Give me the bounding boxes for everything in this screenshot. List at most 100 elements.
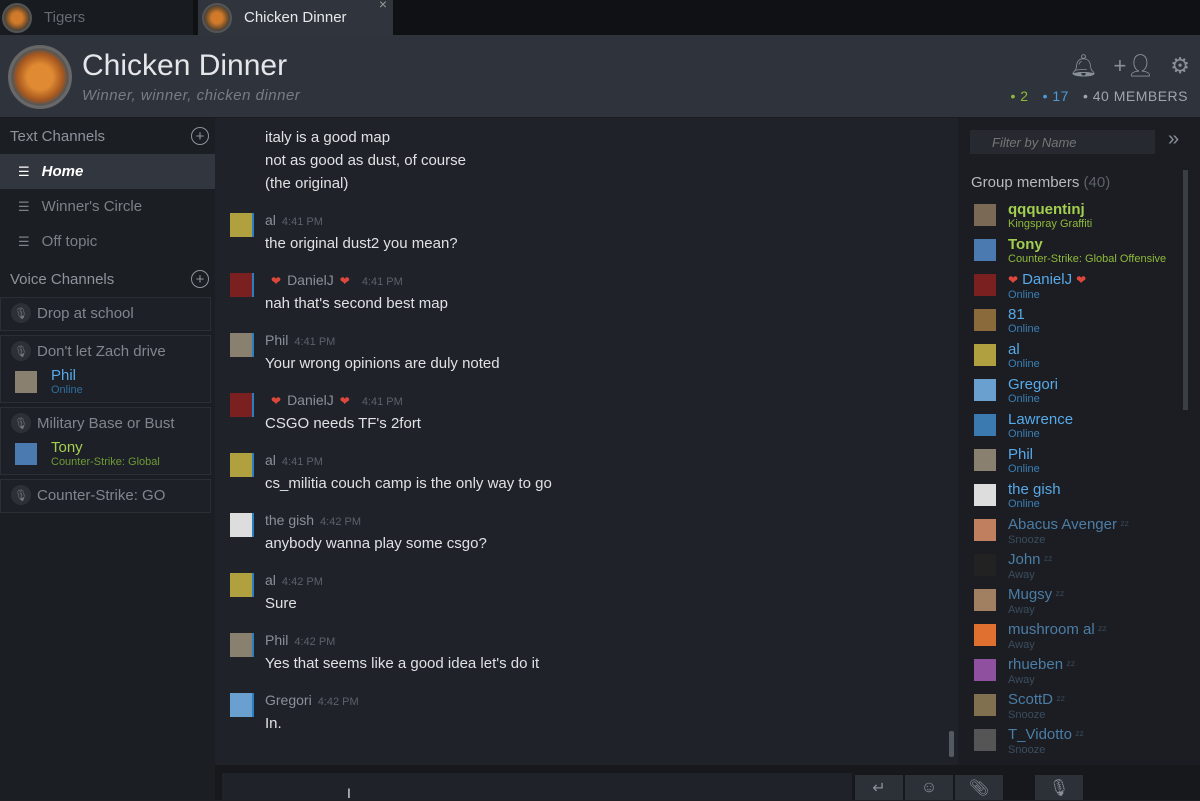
heart-badge-icon: ❤ bbox=[339, 394, 350, 408]
member-name-text: ScottD bbox=[1008, 691, 1054, 708]
avatar bbox=[15, 371, 37, 393]
emoticon-icon[interactable]: ☺ bbox=[905, 775, 953, 800]
voice-user-name: Phil bbox=[51, 367, 77, 384]
tab-tigers[interactable]: Tigers bbox=[0, 0, 193, 35]
member-name-text: rhueben bbox=[1008, 656, 1064, 673]
text-channels-header: Text Channels + bbox=[0, 118, 215, 154]
members-value: 40 MEMBERS bbox=[1092, 88, 1188, 104]
message-time: 4:41 PM bbox=[294, 336, 336, 348]
avatar bbox=[974, 379, 996, 401]
channel-off-topic[interactable]: ☰ Off topic bbox=[0, 224, 215, 259]
voice-mic-icon[interactable]: 🎙︎ bbox=[1035, 775, 1083, 800]
channel-winners-circle[interactable]: ☰ Winner's Circle bbox=[0, 189, 215, 224]
voice-channel-name: Counter-Strike: GO bbox=[37, 486, 166, 504]
avatar[interactable] bbox=[230, 393, 254, 417]
avatar bbox=[974, 554, 996, 576]
voice-channel-header[interactable]: 🎙︎ Don't let Zach drive bbox=[11, 340, 210, 362]
member-item[interactable]: T_Vidotto ᶻᶻ Snooze bbox=[974, 726, 1166, 761]
add-channel-icon[interactable]: + bbox=[191, 127, 209, 145]
member-name-text: Lawrence bbox=[1008, 411, 1074, 428]
heart-badge-icon: ❤ bbox=[1076, 273, 1087, 287]
member-name-text: T_Vidotto bbox=[1008, 726, 1072, 743]
member-name: T_Vidotto ᶻᶻ bbox=[1008, 726, 1084, 744]
voice-channel[interactable]: 🎙︎ Don't let Zach drive Phil Online bbox=[0, 335, 211, 403]
message-author[interactable]: al bbox=[265, 452, 276, 468]
member-name: Lawrence bbox=[1008, 411, 1073, 428]
message-group: Phil 4:42 PM Yes that seems like a good id… bbox=[215, 629, 958, 675]
member-item[interactable]: Tony Counter-Strike: Global Offensive bbox=[974, 236, 1166, 271]
member-item[interactable]: al Online bbox=[974, 341, 1166, 376]
attachment-icon[interactable]: 📎︎ bbox=[955, 775, 1003, 800]
member-item[interactable]: rhueben ᶻᶻ Away bbox=[974, 656, 1166, 691]
online-value: 17 bbox=[1052, 88, 1069, 104]
member-item[interactable]: Lawrence Online bbox=[974, 411, 1166, 446]
avatar[interactable] bbox=[230, 333, 254, 357]
member-name-text: Mugsy bbox=[1008, 586, 1053, 603]
bell-icon[interactable]: 🔔︎ bbox=[1070, 53, 1098, 79]
members-scrollbar[interactable] bbox=[1183, 170, 1188, 410]
add-voice-channel-icon[interactable]: + bbox=[191, 270, 209, 288]
voice-channel-header[interactable]: 🎙︎ Counter-Strike: GO bbox=[11, 484, 210, 506]
member-info: rhueben ᶻᶻ Away bbox=[1008, 656, 1075, 686]
member-status: Online bbox=[1008, 358, 1040, 370]
avatar[interactable] bbox=[230, 453, 254, 477]
avatar[interactable] bbox=[230, 213, 254, 237]
member-name: the gish bbox=[1008, 481, 1061, 498]
member-status: Online bbox=[1008, 428, 1040, 440]
voice-channel[interactable]: 🎙︎ Counter-Strike: GO bbox=[0, 479, 211, 513]
voice-user[interactable]: Phil Online bbox=[11, 368, 210, 396]
member-status: Away bbox=[1008, 639, 1035, 651]
avatar[interactable] bbox=[230, 693, 254, 717]
collapse-panel-icon[interactable]: » bbox=[1168, 128, 1179, 151]
voice-channel-header[interactable]: 🎙︎ Military Base or Bust bbox=[11, 412, 210, 434]
message-author[interactable]: al bbox=[265, 212, 276, 228]
voice-user[interactable]: Tony Counter-Strike: Global bbox=[11, 440, 210, 468]
gear-icon[interactable]: ⚙ bbox=[1170, 53, 1190, 79]
member-item[interactable]: Abacus Avenger ᶻᶻ Snooze bbox=[974, 516, 1166, 551]
member-item[interactable]: Gregori Online bbox=[974, 376, 1166, 411]
filter-members-input[interactable] bbox=[970, 130, 1155, 154]
message-group: ❤ DanielJ ❤ 4:41 PM nah that's second best m… bbox=[215, 269, 958, 315]
member-item[interactable]: Phil Online bbox=[974, 446, 1166, 481]
avatar[interactable] bbox=[230, 513, 254, 537]
member-info: T_Vidotto ᶻᶻ Snooze bbox=[1008, 726, 1084, 756]
message-author[interactable]: DanielJ bbox=[287, 392, 334, 408]
member-item[interactable]: John ᶻᶻ Away bbox=[974, 551, 1166, 586]
member-item[interactable]: the gish Online bbox=[974, 481, 1166, 516]
avatar bbox=[974, 624, 996, 646]
voice-channel-header[interactable]: 🎙︎ Drop at school bbox=[11, 302, 210, 324]
avatar[interactable] bbox=[230, 633, 254, 657]
avatar[interactable] bbox=[230, 573, 254, 597]
composer-bar: ↵ ☺ 📎︎ 🎙︎ bbox=[215, 765, 1200, 800]
message-author[interactable]: al bbox=[265, 572, 276, 588]
member-item[interactable]: qqquentinj Kingspray Graffiti bbox=[974, 201, 1166, 236]
member-status: Online bbox=[1008, 393, 1040, 405]
channel-home[interactable]: ☰ Home bbox=[0, 154, 215, 189]
member-item[interactable]: mushroom al ᶻᶻ Away bbox=[974, 621, 1166, 656]
chat-scrollbar[interactable] bbox=[949, 731, 954, 757]
message-author[interactable]: Phil bbox=[265, 332, 288, 348]
voice-channel-name: Don't let Zach drive bbox=[37, 342, 166, 360]
member-item[interactable]: 81 Online bbox=[974, 306, 1166, 341]
member-name-text: Gregori bbox=[1008, 376, 1059, 393]
voice-user-status: Online bbox=[51, 384, 83, 396]
message-author[interactable]: Phil bbox=[265, 632, 288, 648]
close-icon[interactable]: × bbox=[379, 0, 387, 12]
channel-label: Winner's Circle bbox=[41, 198, 143, 215]
message-input[interactable] bbox=[222, 773, 852, 800]
voice-channel[interactable]: 🎙︎ Military Base or Bust Tony Counter-Strik… bbox=[0, 407, 211, 475]
member-item[interactable]: ScottD ᶻᶻ Snooze bbox=[974, 691, 1166, 726]
avatar[interactable] bbox=[230, 273, 254, 297]
section-label: Text Channels bbox=[10, 127, 106, 145]
message-author[interactable]: Gregori bbox=[265, 692, 312, 708]
member-item[interactable]: Mugsy ᶻᶻ Away bbox=[974, 586, 1166, 621]
message-author[interactable]: the gish bbox=[265, 512, 314, 528]
message-text: the original dust2 you mean? bbox=[265, 235, 458, 252]
send-icon[interactable]: ↵ bbox=[855, 775, 903, 800]
message-header: ❤ DanielJ ❤ 4:41 PM bbox=[265, 269, 958, 292]
tab-chicken-dinner[interactable]: Chicken Dinner × bbox=[198, 0, 393, 35]
invite-friend-icon[interactable]: +👤︎ bbox=[1113, 53, 1154, 79]
voice-channel[interactable]: 🎙︎ Drop at school bbox=[0, 297, 211, 331]
message-author[interactable]: DanielJ bbox=[287, 272, 334, 288]
member-item[interactable]: ❤ DanielJ ❤ Online bbox=[974, 271, 1166, 306]
